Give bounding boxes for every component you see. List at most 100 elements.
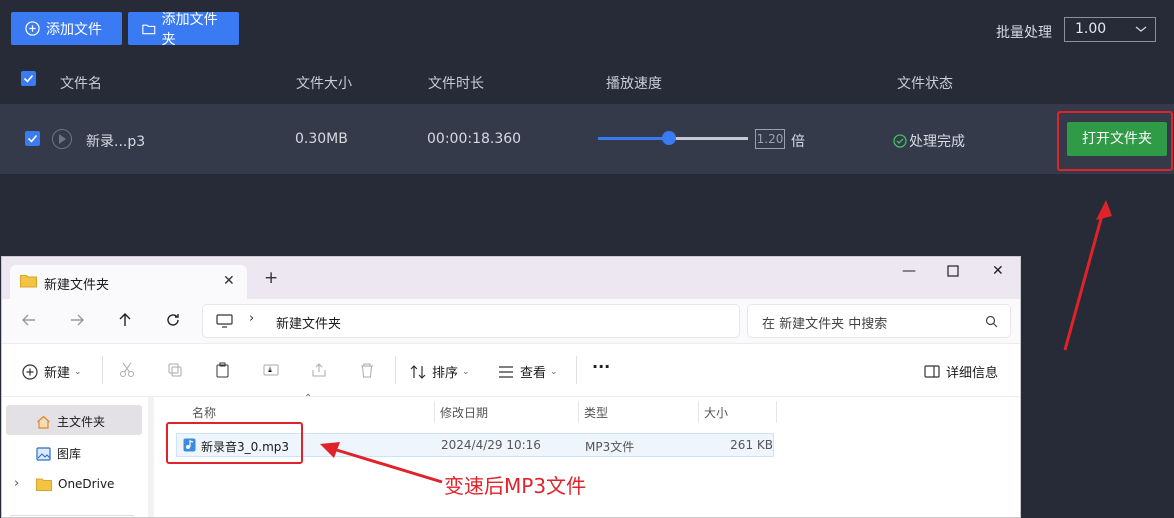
navigation-pane: 主文件夹 图库 › OneDrive: [2, 397, 152, 517]
window-close-icon[interactable]: ✕: [992, 263, 1004, 279]
play-icon[interactable]: [52, 129, 72, 149]
folder-icon: [36, 478, 52, 491]
app-toolbar: 添加文件 添加文件夹 批量处理 1.00: [0, 0, 1174, 58]
chevron-down-icon: [1135, 26, 1147, 32]
new-tab-icon[interactable]: +: [264, 268, 278, 288]
copy-icon[interactable]: [167, 362, 183, 378]
column-divider: [698, 401, 699, 423]
delete-icon[interactable]: [359, 362, 375, 378]
sidebar-item-label: 主文件夹: [57, 415, 106, 429]
scrollbar[interactable]: [148, 397, 154, 517]
file-size: 261 KB: [730, 438, 773, 452]
col-speed: 播放速度: [606, 76, 662, 92]
add-folder-button[interactable]: 添加文件夹: [128, 12, 239, 48]
maximize-icon[interactable]: [947, 265, 959, 277]
col-name[interactable]: 名称: [192, 404, 216, 421]
sidebar-item-gallery[interactable]: 图库: [36, 445, 81, 462]
paste-icon[interactable]: [215, 362, 231, 378]
tab-folder[interactable]: 新建文件夹 ✕: [10, 265, 247, 299]
add-file-button[interactable]: 添加文件: [11, 12, 122, 45]
annotation-label: 变速后MP3文件: [444, 474, 587, 498]
speed-slider-thumb[interactable]: [661, 131, 676, 145]
tab-title: 新建文件夹: [44, 278, 110, 293]
gallery-icon: [36, 446, 51, 461]
search-input[interactable]: 在 新建文件夹 中搜索: [748, 305, 1010, 337]
speed-value-box[interactable]: 1.20: [755, 129, 785, 149]
chevron-down-icon: ⌄: [74, 366, 82, 377]
forward-arrow-icon[interactable]: [68, 311, 86, 329]
breadcrumb[interactable]: 新建文件夹: [276, 313, 341, 332]
new-button[interactable]: 新建 ⌄: [22, 362, 82, 381]
col-status: 文件状态: [897, 76, 953, 92]
sort-icon: [410, 364, 426, 379]
file-modified: 2024/4/29 10:16: [441, 438, 541, 452]
divider: [576, 356, 577, 384]
highlight-box-open-folder: [1057, 111, 1173, 171]
chevron-right-icon: ›: [249, 311, 255, 326]
address-bar[interactable]: › 新建文件夹: [203, 305, 739, 337]
col-modified[interactable]: 修改日期: [440, 404, 488, 421]
row-filename: 新录...p3: [86, 134, 146, 150]
details-button[interactable]: 详细信息: [924, 362, 998, 381]
explorer-titlebar: 新建文件夹 ✕ + — ✕: [2, 257, 1020, 299]
search-placeholder: 在 新建文件夹 中搜索: [762, 317, 888, 332]
batch-speed-value: 1.00: [1075, 21, 1107, 37]
file-type: MP3文件: [585, 440, 635, 454]
more-options-icon[interactable]: ···: [592, 357, 610, 376]
view-button[interactable]: 查看 ⌄: [498, 362, 558, 381]
rename-icon[interactable]: [263, 362, 279, 378]
batch-speed-select[interactable]: 1.00: [1064, 17, 1156, 42]
new-label: 新建: [44, 366, 71, 381]
col-filesize: 文件大小: [296, 76, 352, 92]
refresh-icon[interactable]: [164, 311, 182, 329]
speed-slider-fill: [598, 137, 669, 140]
column-divider: [776, 401, 777, 423]
add-file-label: 添加文件: [46, 21, 102, 38]
back-arrow-icon[interactable]: [20, 311, 38, 329]
sidebar-item-onedrive[interactable]: OneDrive: [36, 477, 114, 491]
table-row[interactable]: 新录...p3 0.30MB 00:00:18.360: [0, 104, 1174, 174]
cut-icon[interactable]: [119, 362, 135, 378]
folder-icon: [142, 24, 156, 34]
explorer-navbar: › 新建文件夹 在 新建文件夹 中搜索: [2, 299, 1020, 343]
annotation-arrow-left-icon: [320, 442, 443, 484]
computer-icon: [216, 314, 233, 328]
chevron-down-icon: ⌄: [550, 366, 558, 377]
up-arrow-icon[interactable]: [116, 311, 134, 329]
divider: [395, 356, 396, 384]
plus-circle-icon: [25, 21, 40, 36]
sidebar-item-home[interactable]: 主文件夹: [36, 413, 105, 430]
chevron-right-icon[interactable]: ›: [14, 476, 19, 491]
view-label: 查看: [520, 366, 547, 381]
status-badge: 处理完成: [893, 131, 965, 151]
col-type[interactable]: 类型: [584, 404, 608, 421]
speed-unit: 倍: [791, 134, 805, 150]
table-header: 文件名 文件大小 文件时长 播放速度 文件状态: [0, 58, 1174, 104]
close-icon[interactable]: ✕: [223, 273, 235, 289]
row-checkbox[interactable]: [25, 131, 40, 146]
share-icon[interactable]: [311, 362, 327, 378]
check-icon: [27, 134, 38, 143]
details-pane-icon: [924, 365, 940, 378]
sidebar-item-label: OneDrive: [58, 477, 115, 491]
sort-button[interactable]: 排序 ⌄: [410, 362, 470, 381]
row-duration: 00:00:18.360: [427, 131, 522, 147]
minimize-icon[interactable]: —: [902, 263, 916, 279]
batch-label: 批量处理: [996, 25, 1052, 41]
plus-circle-icon: [22, 363, 38, 380]
col-duration: 文件时长: [428, 76, 484, 92]
view-icon: [499, 365, 513, 378]
home-icon: [37, 415, 50, 429]
col-size[interactable]: 大小: [704, 404, 728, 421]
column-divider: [434, 401, 435, 423]
details-label: 详细信息: [946, 366, 999, 381]
annotation-arrow-up-icon: [1063, 200, 1112, 351]
folder-icon: [20, 275, 37, 288]
add-folder-label: 添加文件夹: [161, 11, 218, 48]
status-text: 处理完成: [909, 134, 965, 150]
search-icon: [985, 315, 998, 328]
highlight-box-mp3-file: [166, 422, 303, 464]
select-all-checkbox[interactable]: [21, 71, 36, 86]
column-divider: [578, 401, 579, 423]
sidebar-item-label: 图库: [57, 447, 82, 461]
